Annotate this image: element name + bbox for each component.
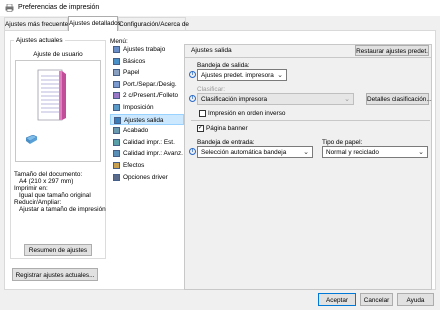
register-settings-button[interactable]: Registrar ajustes actuales...: [12, 268, 98, 281]
menu-item-label: Ajustes trabajo: [123, 46, 166, 53]
output-tray-value: Ajustes predet. impresora: [201, 72, 274, 79]
menu-item-label: Acabado: [123, 127, 149, 135]
summary-line: Igual que tamaño original: [19, 192, 91, 199]
summary-button[interactable]: Resumen de ajustes: [24, 244, 92, 256]
info-icon[interactable]: i: [189, 71, 196, 78]
menu-item[interactable]: Básicos: [110, 56, 184, 67]
current-settings-label: Ajustes actuales: [14, 37, 65, 44]
chevron-down-icon: ⌄: [418, 149, 424, 156]
help-button[interactable]: Ayuda: [397, 293, 434, 306]
paper-type-label: Tipo de papel:: [322, 139, 363, 146]
restore-defaults-button[interactable]: Restaurar ajustes predet.: [355, 45, 429, 56]
menu-item-label: Calidad impr.: Avanz.: [123, 150, 183, 158]
menu-item[interactable]: Calidad impr.: Avanz.: [110, 148, 184, 159]
chevron-down-icon: ⌄: [303, 149, 309, 156]
reverse-order-checkbox[interactable]: [199, 110, 206, 117]
classify-label: Clasificar:: [197, 86, 226, 93]
menu-item[interactable]: Papel: [110, 67, 184, 78]
info-icon[interactable]: i: [189, 148, 196, 155]
output-tray-select[interactable]: Ajustes predet. impresora ⌄: [197, 69, 287, 81]
input-tray-select[interactable]: Selección automática bandeja ⌄: [197, 146, 313, 158]
menu-item-label: Calidad impr.: Est.: [123, 138, 175, 146]
preview-title: Ajuste de usuario: [33, 51, 83, 58]
menu-item-label: Efectos: [123, 162, 145, 169]
window-title: Preferencias de impresión: [18, 4, 100, 11]
booklet-icon: [113, 92, 120, 100]
effects-icon: [113, 162, 120, 169]
banner-page-label: Página banner: [206, 125, 248, 132]
paper-type-select[interactable]: Normal y reciclado ⌄: [322, 146, 428, 158]
summary-line: Imprimir en:: [14, 185, 48, 192]
tab-configuration[interactable]: Configuración/Acerca de: [118, 17, 189, 30]
info-icon[interactable]: i: [189, 95, 196, 102]
menu-item[interactable]: Ajustes trabajo: [110, 44, 184, 55]
tab-frequent-settings[interactable]: Ajustes más frecuentes: [4, 17, 71, 30]
output-tray-icon: [26, 135, 37, 144]
tab-detailed-settings[interactable]: Ajustes detallados: [68, 16, 121, 31]
reverse-order-label: Impresión en orden inverso: [208, 110, 286, 117]
chevron-down-icon: ⌄: [277, 72, 283, 79]
printer-icon: [5, 4, 14, 12]
paper-type-value: Normal y reciclado: [326, 149, 379, 156]
menu-item[interactable]: Opciones driver: [110, 172, 184, 183]
menu-item-label: Imposición: [123, 104, 154, 111]
classify-value: Clasificación impresora: [201, 96, 268, 103]
menu-item-label: Opciones driver: [123, 173, 168, 181]
menu-item[interactable]: Port./Separ./Desig.: [110, 79, 184, 90]
summary-line: Tamaño del documento:: [14, 171, 83, 178]
panel-title: Ajustes salida: [191, 47, 232, 54]
driver-options-icon: [113, 173, 120, 181]
document-preview-icon: [37, 69, 66, 121]
summary-line: A4 (210 x 297 mm): [19, 178, 74, 185]
classify-details-button[interactable]: Detalles clasificación...: [366, 93, 432, 105]
menu-item[interactable]: Ajustes salida: [110, 113, 184, 125]
menu-item[interactable]: Imposición: [110, 102, 184, 113]
menu-item[interactable]: Efectos: [110, 160, 184, 171]
input-tray-value: Selección automática bandeja: [201, 149, 287, 156]
banner-page-checkbox[interactable]: ✓: [197, 125, 204, 132]
quality-advanced-icon: [113, 150, 120, 158]
menu-item[interactable]: Calidad impr.: Est.: [110, 137, 184, 148]
input-tray-label: Bandeja de entrada:: [197, 139, 255, 146]
menu-item-label: 2 c/Present./Folleto: [123, 92, 179, 100]
classify-select[interactable]: Clasificación impresora ⌄: [197, 93, 354, 105]
menu-item-label: Papel: [123, 69, 140, 77]
menu-list: Ajustes trabajo Básicos Papel Port./Separ./…: [110, 44, 184, 290]
chevron-down-icon: ⌄: [344, 96, 350, 103]
summary-line: Reducir/Ampliar:: [14, 199, 62, 206]
cover-icon: [113, 80, 120, 88]
quality-standard-icon: [113, 138, 120, 146]
panel-divider: [185, 57, 431, 58]
menu-item-label: Básicos: [123, 57, 146, 65]
summary-line: Ajustar a tamaño de impresión: [19, 206, 106, 213]
separator: [191, 120, 430, 121]
menu-item[interactable]: Acabado: [110, 125, 184, 136]
menu-item[interactable]: 2 c/Present./Folleto: [110, 90, 184, 101]
cancel-button[interactable]: Cancelar: [360, 293, 393, 306]
output-settings-icon: [114, 116, 121, 124]
output-tray-label: Bandeja de salida:: [197, 62, 250, 69]
job-settings-icon: [113, 46, 120, 53]
basic-icon: [113, 57, 120, 65]
paper-icon: [113, 69, 120, 77]
imposition-icon: [113, 104, 120, 111]
ok-button[interactable]: Aceptar: [318, 293, 356, 306]
menu-item-label: Port./Separ./Desig.: [123, 80, 177, 88]
finishing-icon: [113, 127, 120, 135]
menu-item-label: Ajustes salida: [124, 116, 164, 124]
